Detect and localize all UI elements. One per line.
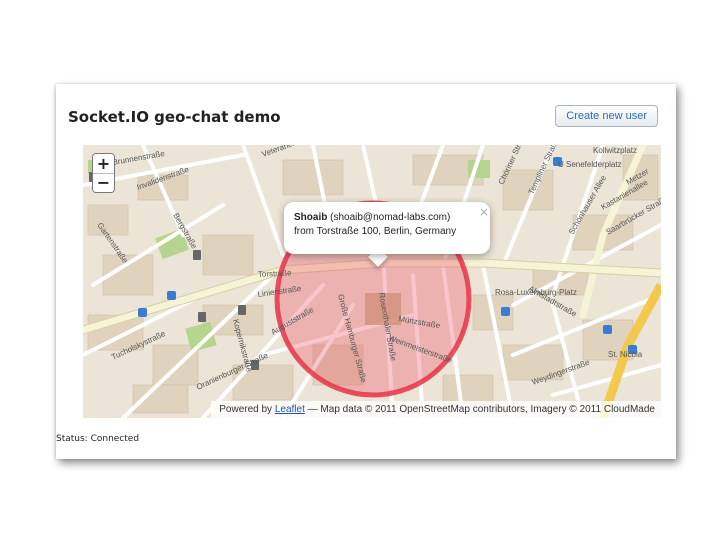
zoom-out-button[interactable]: − [93,173,114,192]
page-title: Socket.IO geo-chat demo [68,108,281,126]
popup-close-icon[interactable]: × [479,206,489,218]
map-tiles: Veteranenstraße Brunnenstraße Invalidens… [83,145,661,418]
attribution-suffix: — Map data © 2011 OpenStreetMap contribu… [307,404,655,415]
street-label: U Senefelderplatz [558,160,622,169]
popup-user-email: (shoaib@nomad-labs.com) [330,212,451,223]
map-attribution: Powered by Leaflet — Map data © 2011 Ope… [211,401,661,418]
street-label: St. Nicola [608,350,643,359]
create-new-user-button[interactable]: Create new user [555,105,658,127]
connection-status: Status: Connected [56,434,140,444]
zoom-in-button[interactable]: + [93,154,114,173]
map-view[interactable]: Veteranenstraße Brunnenstraße Invalidens… [83,145,661,418]
attribution-prefix: Powered by [219,404,273,415]
popup-line-user: Shoaib (shoaib@nomad-labs.com) [294,211,480,225]
zoom-control: + − [92,153,115,193]
street-label: Kollwitzplatz [593,146,637,155]
street-label: Torstraße [258,268,293,279]
leaflet-link[interactable]: Leaflet [275,404,305,415]
app-window: Socket.IO geo-chat demo Create new user [56,84,676,459]
street-label: Brunnenstraße [112,149,166,167]
popup-user-name: Shoaib [294,212,328,223]
user-popup: Shoaib (shoaib@nomad-labs.com) from Tors… [284,202,490,254]
street-label: Veteranenstraße [261,145,320,159]
popup-user-location: from Torstraße 100, Berlin, Germany [294,226,457,237]
